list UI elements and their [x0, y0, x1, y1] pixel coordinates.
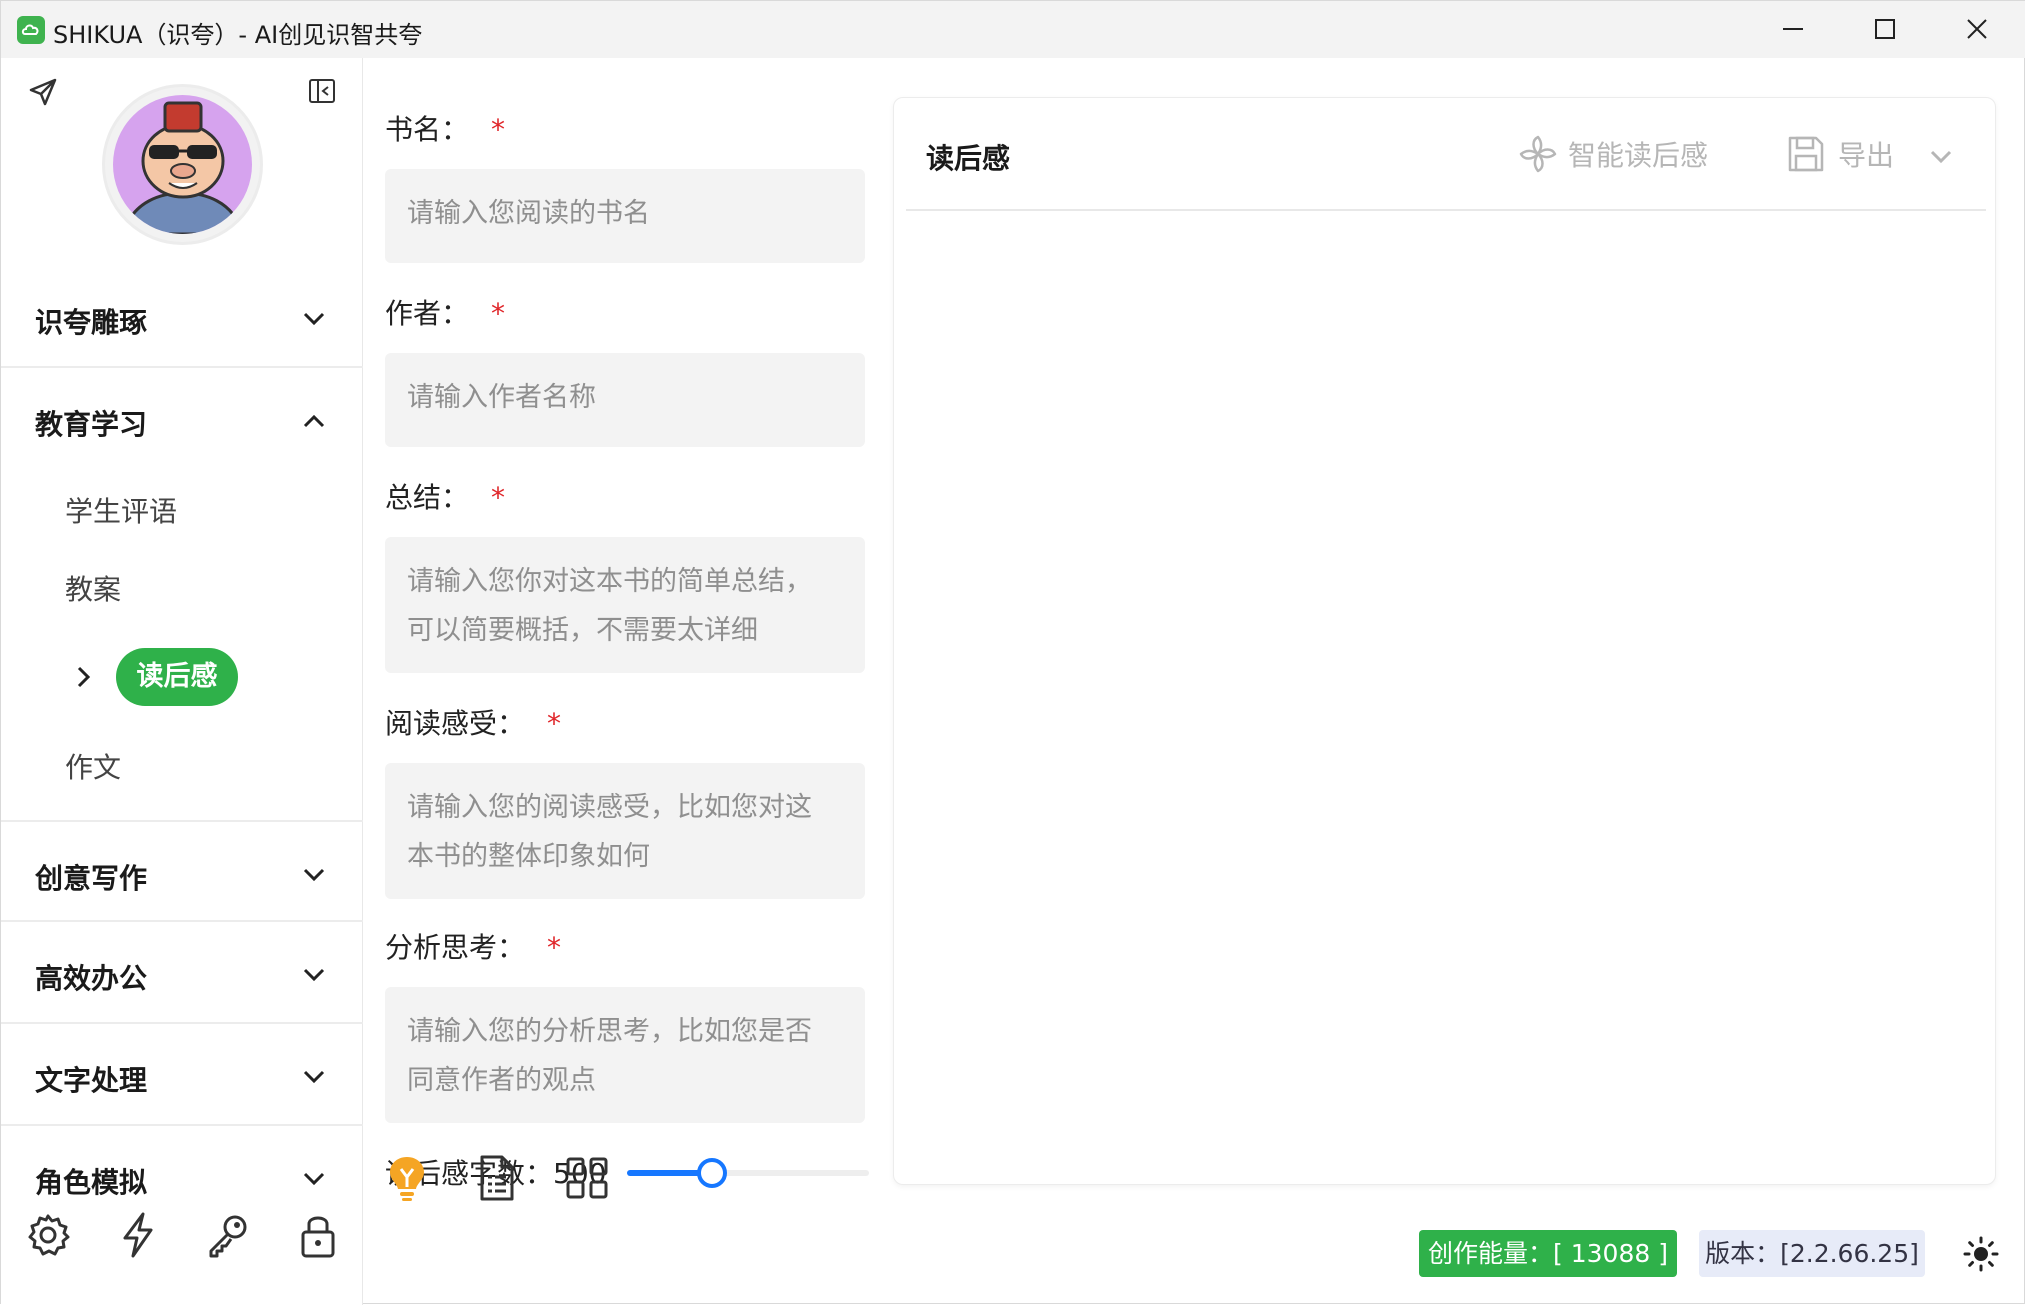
app-window: SHIKUA（识夸）- AI创见识智共夸 识夸雕琢 教育学习 学生评语 教案 读…: [0, 0, 2025, 1305]
maximize-button[interactable]: [1839, 1, 1931, 58]
field-label-reading-feelings: 阅读感受： *: [385, 707, 562, 740]
panel-title: 读后感: [926, 142, 1011, 175]
bulb-icon[interactable]: [382, 1153, 432, 1203]
author-input[interactable]: 请输入作者名称: [385, 353, 865, 447]
title-bar: SHIKUA（识夸）- AI创见识智共夸: [1, 1, 2025, 58]
avatar-image: [113, 95, 252, 234]
window-title: SHIKUA（识夸）- AI创见识智共夸: [53, 21, 423, 49]
version-badge: 版本：[2.2.66.25]: [1699, 1230, 1925, 1277]
category-label: 识夸雕琢: [35, 306, 148, 339]
pinwheel-icon: [1519, 135, 1557, 173]
avatar[interactable]: [102, 84, 263, 245]
required-mark: *: [491, 481, 506, 514]
lightning-icon[interactable]: [113, 1210, 163, 1260]
category-label: 创意写作: [35, 862, 148, 895]
sub-item-student-comments[interactable]: 学生评语: [65, 490, 177, 530]
category-education[interactable]: 教育学习: [1, 368, 363, 470]
key-icon[interactable]: [203, 1210, 253, 1260]
field-label-summary: 总结： *: [385, 481, 506, 514]
sidebar: 识夸雕琢 教育学习 学生评语 教案 读后感 作文 创意写作 高效办公 文字处理 …: [1, 58, 363, 1305]
field-label-author: 作者： *: [385, 297, 506, 330]
grid-icon[interactable]: [562, 1153, 612, 1203]
input-form: 书名： * 请输入您阅读的书名 作者： * 请输入作者名称 总结： * 请输入您你对这…: [364, 58, 884, 1305]
sub-item-book-review[interactable]: 读后感: [71, 648, 271, 706]
category-label: 文字处理: [35, 1064, 148, 1097]
result-panel: 读后感 智能读后感 导出: [893, 97, 1996, 1185]
lock-icon[interactable]: [293, 1210, 343, 1260]
settings-icon[interactable]: [23, 1210, 73, 1260]
chevron-right-icon: [77, 666, 91, 688]
document-icon[interactable]: [472, 1153, 522, 1203]
sub-item-essay[interactable]: 作文: [65, 746, 121, 786]
energy-badge: 创作能量：[ 13088 ]: [1419, 1230, 1677, 1277]
chevron-down-icon: [303, 312, 325, 326]
category-text-processing[interactable]: 文字处理: [1, 1024, 363, 1126]
sun-icon[interactable]: [1963, 1236, 1999, 1276]
category-office[interactable]: 高效办公: [1, 922, 363, 1024]
reading-feelings-textarea[interactable]: 请输入您的阅读感受，比如您对这 本书的整体印象如何: [385, 763, 865, 899]
send-icon[interactable]: [27, 76, 59, 112]
category-role-play[interactable]: 角色模拟: [1, 1126, 363, 1206]
category-label: 高效办公: [35, 962, 148, 995]
collapse-sidebar-icon[interactable]: [307, 76, 337, 110]
panel-divider: [906, 209, 1986, 211]
chevron-down-icon: [303, 1172, 325, 1186]
chevron-down-icon: [1930, 150, 1952, 164]
chevron-up-icon: [303, 414, 325, 428]
field-label-analysis: 分析思考： *: [385, 931, 562, 964]
required-mark: *: [491, 297, 506, 330]
field-label-book-name: 书名： *: [385, 113, 506, 146]
chevron-down-icon: [303, 868, 325, 882]
sub-item-lesson-plan[interactable]: 教案: [65, 568, 121, 608]
chevron-down-icon: [303, 1070, 325, 1084]
analysis-textarea[interactable]: 请输入您的分析思考，比如您是否 同意作者的观点: [385, 987, 865, 1123]
app-logo-icon: [17, 16, 45, 44]
sidebar-toolbar: [1, 1210, 363, 1305]
required-mark: *: [547, 707, 562, 740]
category-shikua-diaozhuo[interactable]: 识夸雕琢: [1, 266, 363, 368]
slider-thumb[interactable]: [696, 1158, 727, 1188]
minimize-button[interactable]: [1747, 1, 1839, 58]
category-label: 角色模拟: [35, 1166, 148, 1199]
book-name-input[interactable]: 请输入您阅读的书名: [385, 169, 865, 263]
summary-textarea[interactable]: 请输入您你对这本书的简单总结， 可以简要概括，不需要太详细: [385, 537, 865, 673]
form-toolbar: [364, 1153, 664, 1248]
chevron-down-icon: [303, 968, 325, 982]
required-mark: *: [491, 113, 506, 146]
category-creative-writing[interactable]: 创意写作: [1, 820, 363, 922]
required-mark: *: [547, 931, 562, 964]
active-item-pill: 读后感: [116, 648, 238, 706]
close-button[interactable]: [1931, 1, 2023, 58]
save-icon: [1788, 136, 1824, 172]
category-label: 教育学习: [35, 408, 148, 441]
